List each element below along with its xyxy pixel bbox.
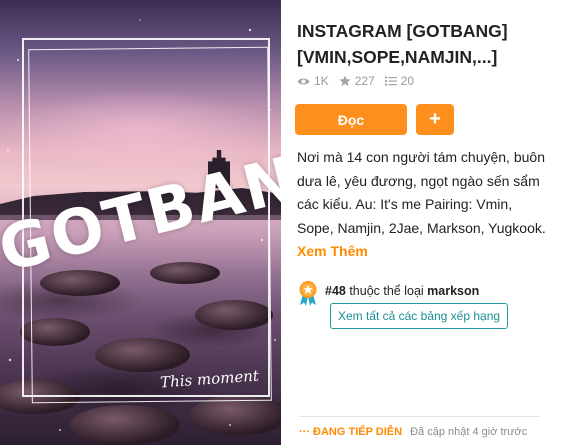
ongoing-status-label: ··· ĐANG TIẾP DIỄN [299,426,403,438]
votes-count: 227 [354,74,375,88]
rank-text: #48 thuộc thể loại markson [325,284,479,298]
story-stats: 1K 227 20 [297,74,414,88]
rank-number: #48 [325,284,346,298]
all-rankings-button[interactable]: Xem tất cả các bảng xếp hạng [330,303,508,329]
reads-count: 1K [314,74,329,88]
divider [299,416,540,417]
description-text: Nơi mà 14 con người tám chuyện, buôn dưa… [297,149,546,236]
parts-count: 20 [400,74,415,88]
votes-stat: 227 [339,74,375,88]
see-more-link[interactable]: Xem Thêm [297,243,368,259]
star-icon [339,75,351,87]
add-to-library-button[interactable]: + [416,104,454,135]
rank-category[interactable]: markson [427,284,479,298]
read-button[interactable]: Đọc [295,104,407,135]
medal-icon [297,280,319,311]
reads-stat: 1K [297,74,329,88]
eye-icon [297,77,310,86]
story-title: INSTAGRAM [GOTBANG] [VMIN,SOPE,NAMJIN,..… [297,21,508,67]
ongoing-status-text: ĐANG TIẾP DIỄN [313,426,403,438]
last-updated-text: Đã cập nhật 4 giờ trước [410,426,528,438]
parts-stat: 20 [384,74,415,88]
list-icon [384,76,397,86]
rank-middle: thuộc thể loại [345,284,428,298]
story-details-panel: INSTAGRAM [GOTBANG] [VMIN,SOPE,NAMJIN,..… [281,0,561,445]
story-status: ··· ĐANG TIẾP DIỄN Đã cập nhật 4 giờ trư… [299,426,527,438]
story-cover[interactable]: GOTBANG This moment [0,0,281,445]
story-description: Nơi mà 14 con người tám chuyện, buôn dưa… [297,146,547,264]
